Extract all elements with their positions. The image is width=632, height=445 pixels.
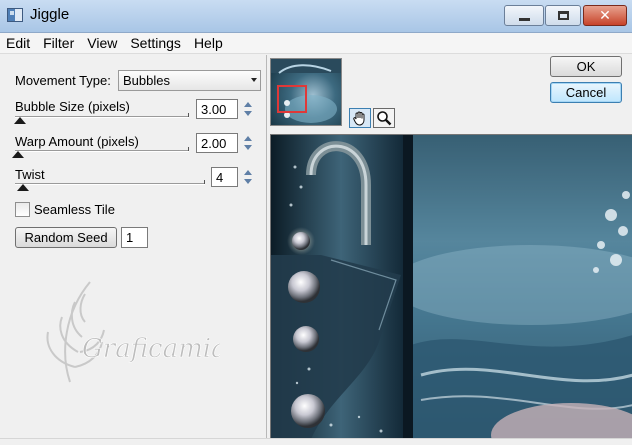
magnifier-zoom-icon (377, 111, 392, 126)
title-bar[interactable]: Jiggle ✕ (0, 0, 632, 33)
spin-down-icon[interactable] (241, 109, 256, 119)
bubble-size-tick (188, 113, 189, 117)
twist-tick (204, 180, 205, 184)
menu-edit[interactable]: Edit (0, 33, 37, 53)
hand-pan-icon (353, 111, 365, 126)
minimize-button[interactable] (504, 5, 544, 26)
twist-label: Twist (15, 167, 45, 182)
close-button[interactable]: ✕ (583, 5, 627, 26)
warp-amount-spinner[interactable] (241, 133, 256, 153)
pan-tool-button[interactable] (349, 108, 371, 128)
close-icon: ✕ (599, 7, 611, 24)
warp-amount-slider-thumb[interactable] (12, 151, 25, 158)
dropdown-arrow-icon (251, 78, 257, 82)
ok-button[interactable]: OK (550, 56, 622, 77)
spin-up-icon[interactable] (241, 99, 256, 109)
twist-input[interactable]: 4 (211, 167, 238, 187)
preview-canvas[interactable] (270, 134, 632, 438)
twist-slider-track[interactable] (15, 183, 205, 185)
menu-filter[interactable]: Filter (37, 33, 81, 53)
navigator-view-frame[interactable] (277, 85, 307, 113)
maximize-button[interactable] (545, 5, 581, 26)
twist-spinner[interactable] (241, 167, 256, 187)
menu-settings[interactable]: Settings (124, 33, 188, 53)
warp-amount-label: Warp Amount (pixels) (15, 134, 139, 149)
warp-amount-slider-track[interactable] (15, 150, 189, 152)
menu-view[interactable]: View (81, 33, 124, 53)
random-seed-button[interactable]: Random Seed (15, 227, 117, 248)
minimize-icon (518, 18, 530, 21)
watermark-logo: Graficamia (30, 272, 227, 392)
window-title: Jiggle (30, 6, 70, 23)
random-seed-input[interactable]: 1 (121, 227, 148, 248)
app-icon (7, 8, 23, 22)
bubble-size-label: Bubble Size (pixels) (15, 99, 130, 114)
spin-down-icon[interactable] (241, 177, 256, 187)
zoom-tool-button[interactable] (373, 108, 395, 128)
watermark-text: Graficamia (82, 334, 220, 364)
warp-amount-input[interactable]: 2.00 (196, 133, 238, 153)
warp-amount-tick (188, 147, 189, 151)
cancel-button[interactable]: Cancel (550, 82, 622, 103)
menu-help[interactable]: Help (188, 33, 230, 53)
bubble-size-spinner[interactable] (241, 99, 256, 119)
maximize-icon (557, 11, 569, 20)
panel-divider (266, 55, 267, 445)
movement-type-dropdown[interactable]: Bubbles (118, 70, 261, 91)
movement-type-value: Bubbles (123, 73, 170, 88)
bubble-size-input[interactable]: 3.00 (196, 99, 238, 119)
twist-slider-thumb[interactable] (16, 184, 29, 191)
spin-up-icon[interactable] (241, 133, 256, 143)
spin-down-icon[interactable] (241, 143, 256, 153)
seamless-tile-label: Seamless Tile (34, 202, 115, 217)
spin-up-icon[interactable] (241, 167, 256, 177)
bubble-size-slider-track[interactable] (15, 116, 189, 118)
movement-type-label: Movement Type: (15, 73, 111, 88)
bubble-size-slider-thumb[interactable] (14, 117, 27, 124)
navigator-thumbnail[interactable] (270, 58, 342, 126)
seamless-tile-checkbox[interactable] (15, 202, 30, 217)
status-bar (0, 438, 632, 445)
menu-bar: Edit Filter View Settings Help (0, 33, 632, 54)
